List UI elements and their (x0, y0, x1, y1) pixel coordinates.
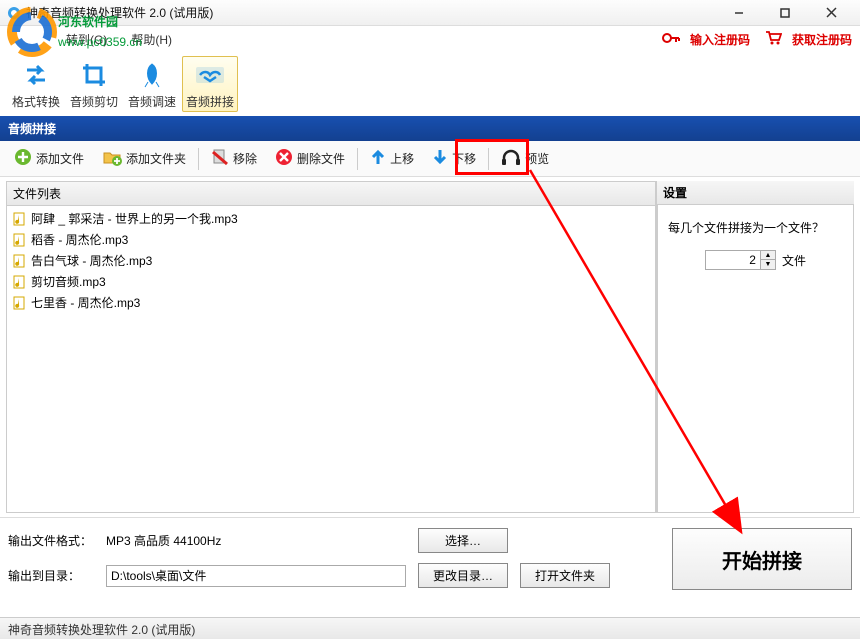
tab-concat-label: 音频拼接 (186, 93, 234, 110)
file-name: 七里香 - 周杰伦.mp3 (31, 294, 140, 311)
preview-label: 预览 (525, 150, 549, 167)
tab-format-convert[interactable]: 格式转换 (8, 56, 64, 112)
file-name: 稻香 - 周杰伦.mp3 (31, 231, 128, 248)
file-list-panel: 文件列表 阿肆 _ 郭采洁 - 世界上的另一个我.mp3 稻香 - 周杰伦.mp3… (6, 181, 656, 513)
key-icon (662, 31, 680, 48)
tab-audio-speed[interactable]: 音频调速 (124, 56, 180, 112)
minimize-button[interactable] (716, 0, 762, 26)
audio-file-icon (13, 275, 27, 289)
move-down-button[interactable]: 下移 (424, 145, 484, 172)
file-name: 告白气球 - 周杰伦.mp3 (31, 252, 152, 269)
file-list-item[interactable]: 七里香 - 周杰伦.mp3 (7, 292, 655, 313)
add-folder-icon (102, 148, 122, 169)
crop-icon (78, 59, 110, 91)
statusbar: 神奇音频转换处理软件 2.0 (试用版) (0, 617, 860, 639)
file-name: 阿肆 _ 郭采洁 - 世界上的另一个我.mp3 (31, 210, 238, 227)
start-concat-button[interactable]: 开始拼接 (672, 528, 852, 590)
file-list-item[interactable]: 告白气球 - 周杰伦.mp3 (7, 250, 655, 271)
cart-icon (764, 30, 782, 49)
titlebar: 神奇音频转换处理软件 2.0 (试用版) (0, 0, 860, 26)
delete-icon (275, 148, 293, 169)
output-dir-label: 输出到目录： (8, 567, 94, 584)
settings-question: 每几个文件拼接为一个文件？ (668, 219, 843, 236)
add-file-button[interactable]: 添加文件 (6, 145, 92, 172)
file-list-header: 文件列表 (7, 182, 655, 206)
remove-label: 移除 (233, 150, 257, 167)
tab-audio-cut[interactable]: 音频剪切 (66, 56, 122, 112)
convert-icon (20, 59, 52, 91)
add-file-label: 添加文件 (36, 150, 84, 167)
add-folder-label: 添加文件夹 (126, 150, 186, 167)
section-header: 音频拼接 (0, 116, 860, 141)
move-up-button[interactable]: 上移 (362, 145, 422, 172)
file-list[interactable]: 阿肆 _ 郭采洁 - 世界上的另一个我.mp3 稻香 - 周杰伦.mp3 告白气球 … (7, 206, 655, 512)
merge-count-input[interactable] (706, 251, 760, 269)
open-folder-button[interactable]: 打开文件夹 (520, 563, 610, 588)
arrow-down-icon (432, 148, 448, 169)
audio-file-icon (13, 233, 27, 247)
merge-count-stepper[interactable]: ▲ ▼ (705, 250, 776, 270)
output-area: 输出文件格式： MP3 高品质 44100Hz 选择… 输出到目录： 更改目录…… (0, 517, 860, 604)
menubar: 转到(G) 帮助(H) 输入注册码 获取注册码 (0, 26, 860, 52)
handshake-icon (194, 59, 226, 91)
tab-speed-label: 音频调速 (128, 93, 176, 110)
merge-count-unit: 文件 (782, 252, 806, 269)
change-dir-button[interactable]: 更改目录… (418, 563, 508, 588)
menu-goto[interactable]: 转到(G) (60, 29, 113, 50)
file-list-item[interactable]: 阿肆 _ 郭采洁 - 世界上的另一个我.mp3 (7, 208, 655, 229)
menu-help[interactable]: 帮助(H) (125, 29, 178, 50)
file-list-item[interactable]: 剪切音频.mp3 (7, 271, 655, 292)
delete-label: 删除文件 (297, 150, 345, 167)
add-folder-button[interactable]: 添加文件夹 (94, 145, 194, 172)
get-reg-code-link[interactable]: 获取注册码 (792, 31, 852, 48)
stepper-down[interactable]: ▼ (761, 260, 775, 269)
output-format-value: MP3 高品质 44100Hz (106, 532, 406, 549)
rocket-icon (136, 59, 168, 91)
preview-button[interactable]: 预览 (493, 145, 557, 172)
close-button[interactable] (808, 0, 854, 26)
window-title: 神奇音频转换处理软件 2.0 (试用版) (26, 4, 716, 21)
remove-icon (211, 148, 229, 169)
settings-header: 设置 (657, 181, 854, 205)
remove-button[interactable]: 移除 (203, 145, 265, 172)
tab-audio-concat[interactable]: 音频拼接 (182, 56, 238, 112)
main-tabs: 格式转换 音频剪切 音频调速 音频拼接 (0, 52, 860, 116)
app-icon (6, 5, 22, 21)
audio-file-icon (13, 296, 27, 310)
action-toolbar: 添加文件 添加文件夹 移除 删除文件 上移 下移 预览 (0, 141, 860, 177)
move-down-label: 下移 (452, 150, 476, 167)
move-up-label: 上移 (390, 150, 414, 167)
tab-format-label: 格式转换 (12, 93, 60, 110)
audio-file-icon (13, 212, 27, 226)
output-format-label: 输出文件格式： (8, 532, 94, 549)
audio-file-icon (13, 254, 27, 268)
settings-panel: 设置 每几个文件拼接为一个文件？ ▲ ▼ 文件 (656, 181, 854, 513)
output-dir-input[interactable] (106, 565, 406, 587)
maximize-button[interactable] (762, 0, 808, 26)
enter-reg-code-link[interactable]: 输入注册码 (690, 31, 750, 48)
file-name: 剪切音频.mp3 (31, 273, 106, 290)
file-list-item[interactable]: 稻香 - 周杰伦.mp3 (7, 229, 655, 250)
add-file-icon (14, 148, 32, 169)
headphones-icon (501, 148, 521, 169)
tab-cut-label: 音频剪切 (70, 93, 118, 110)
select-format-button[interactable]: 选择… (418, 528, 508, 553)
stepper-up[interactable]: ▲ (761, 251, 775, 260)
arrow-up-icon (370, 148, 386, 169)
delete-file-button[interactable]: 删除文件 (267, 145, 353, 172)
